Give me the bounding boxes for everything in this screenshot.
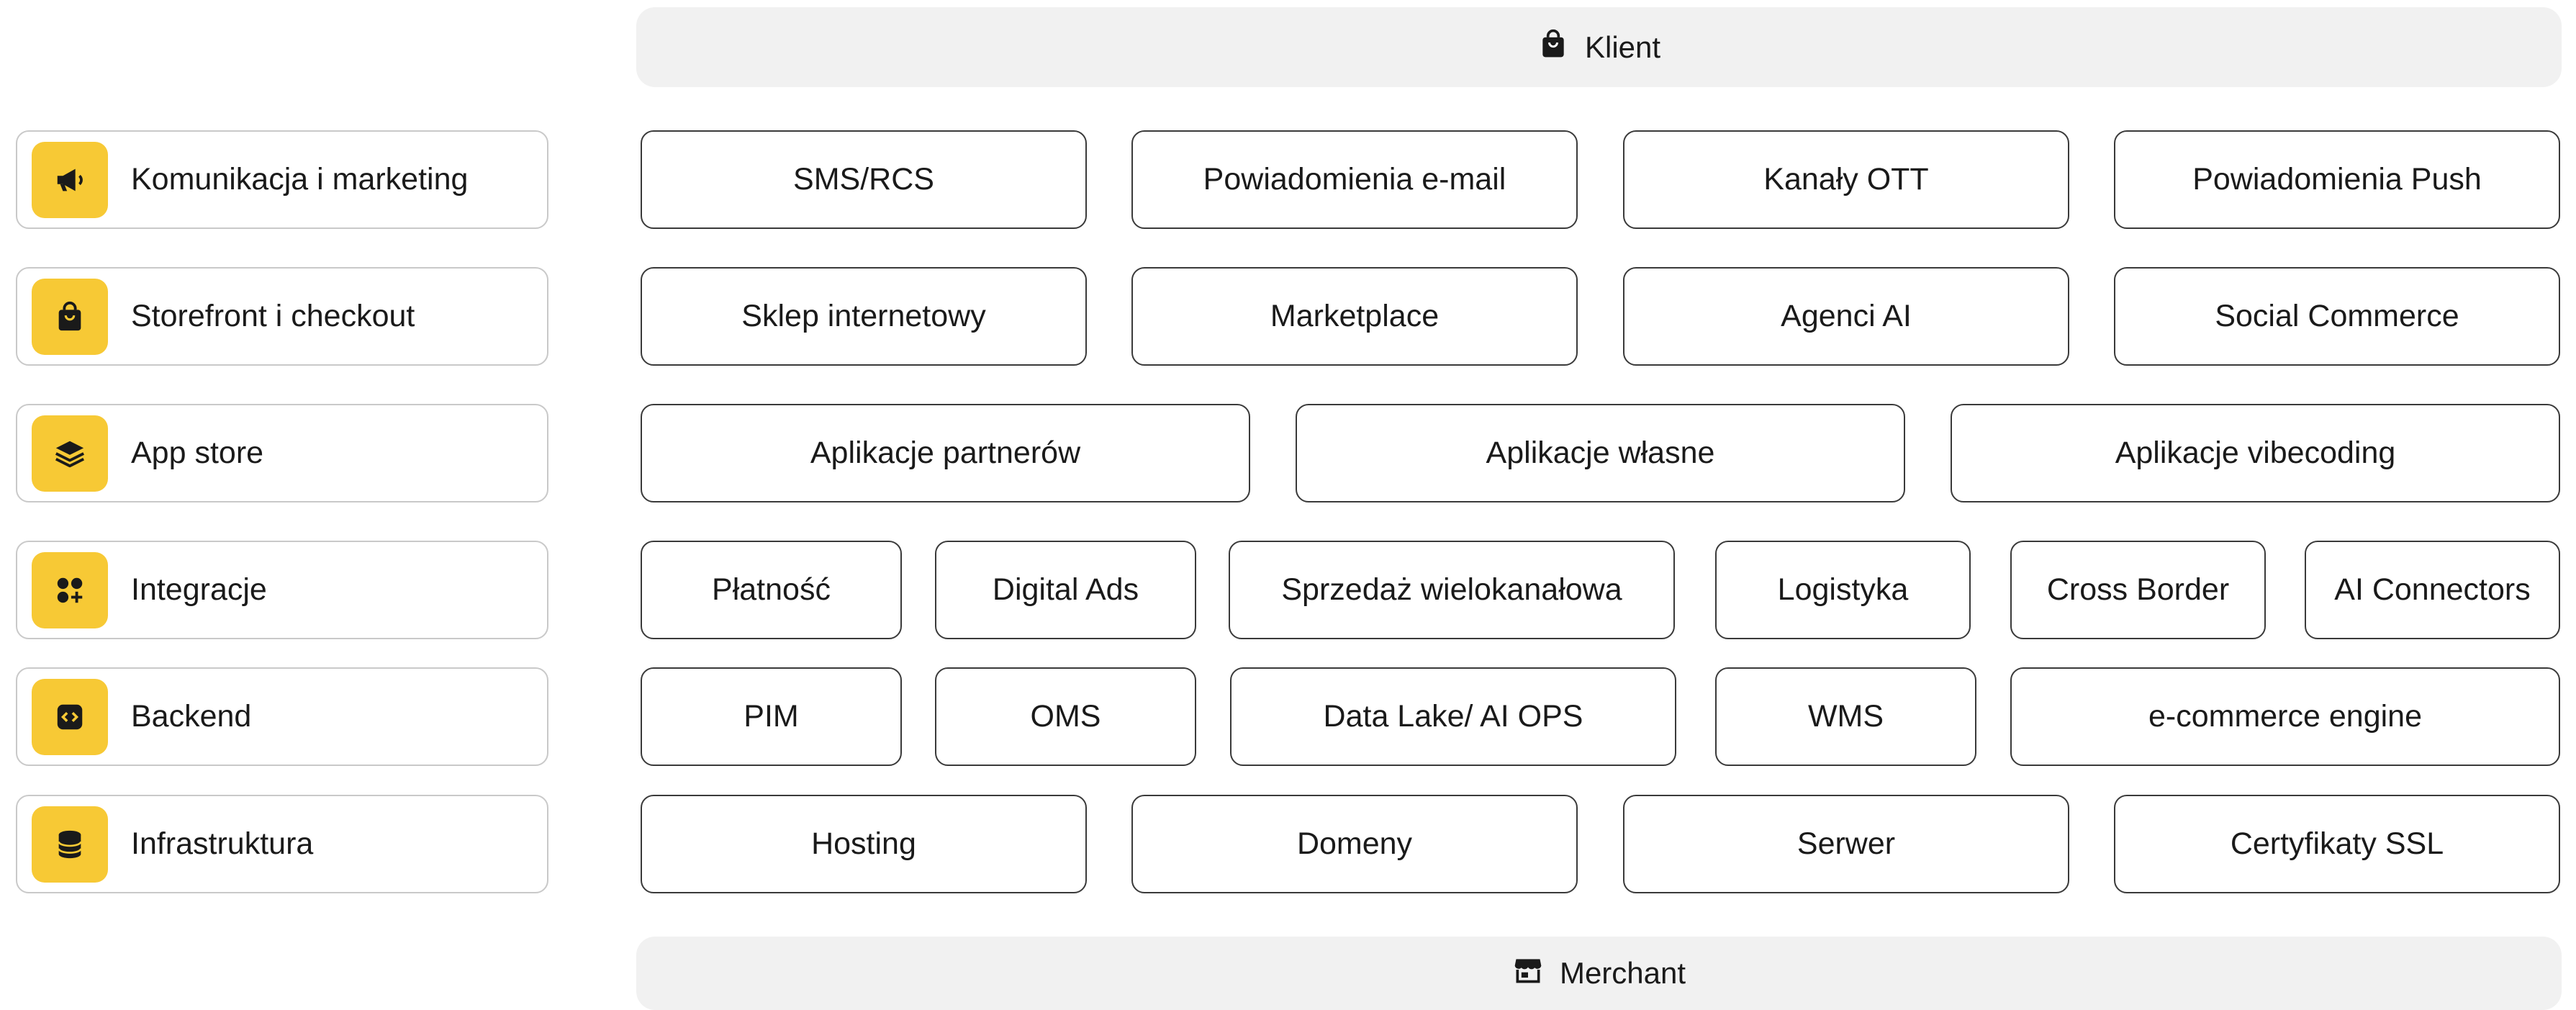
item-vibecoding-apps: Aplikacje vibecoding [1951,404,2560,502]
category-label: Integracje [131,572,267,607]
category-app-store: App store [16,404,548,502]
item-data-lake: Data Lake/ AI OPS [1230,667,1676,766]
item-ai-connectors: AI Connectors [2305,541,2560,639]
merchant-bar: Merchant [636,937,2562,1010]
item-email-notifications: Powiadomienia e-mail [1131,130,1578,229]
item-pim: PIM [641,667,902,766]
shopping-bag-icon [32,278,108,355]
layers-icon [32,415,108,492]
item-wms: WMS [1715,667,1976,766]
diagram: Klient Komunikacja i marketing Storefron… [0,0,2576,1010]
category-label: Storefront i checkout [131,299,415,333]
item-server: Serwer [1623,795,2069,893]
item-sms-rcs: SMS/RCS [641,130,1087,229]
item-ott-channels: Kanały OTT [1623,130,2069,229]
item-cross-border: Cross Border [2010,541,2266,639]
item-marketplace: Marketplace [1131,267,1578,366]
item-payment: Płatność [641,541,902,639]
category-integracje: Integracje [16,541,548,639]
item-multichannel-sales: Sprzedaż wielokanałowa [1229,541,1675,639]
category-label: Komunikacja i marketing [131,162,469,197]
store-icon [1512,954,1544,993]
merchant-label: Merchant [1559,956,1686,990]
item-ssl-certificates: Certyfikaty SSL [2114,795,2560,893]
category-infrastruktura: Infrastruktura [16,795,548,893]
client-bar: Klient [636,7,2562,87]
database-icon [32,806,108,883]
category-backend: Backend [16,667,548,766]
client-label: Klient [1584,30,1661,64]
item-ecommerce-engine: e-commerce engine [2010,667,2560,766]
code-icon [32,678,108,755]
item-online-store: Sklep internetowy [641,267,1087,366]
item-own-apps: Aplikacje własne [1296,404,1905,502]
item-logistics: Logistyka [1715,541,1971,639]
item-social-commerce: Social Commerce [2114,267,2560,366]
item-oms: OMS [935,667,1196,766]
item-ai-agents: Agenci AI [1623,267,2069,366]
shopping-bag-icon [1537,28,1569,67]
item-hosting: Hosting [641,795,1087,893]
item-push-notifications: Powiadomienia Push [2114,130,2560,229]
item-partner-apps: Aplikacje partnerów [641,404,1250,502]
category-label: Infrastruktura [131,826,314,861]
category-storefront: Storefront i checkout [16,267,548,366]
item-digital-ads: Digital Ads [935,541,1196,639]
category-komunikacja: Komunikacja i marketing [16,130,548,229]
category-label: App store [131,436,264,470]
megaphone-icon [32,141,108,218]
apps-add-icon [32,551,108,628]
item-domains: Domeny [1131,795,1578,893]
category-label: Backend [131,699,252,734]
